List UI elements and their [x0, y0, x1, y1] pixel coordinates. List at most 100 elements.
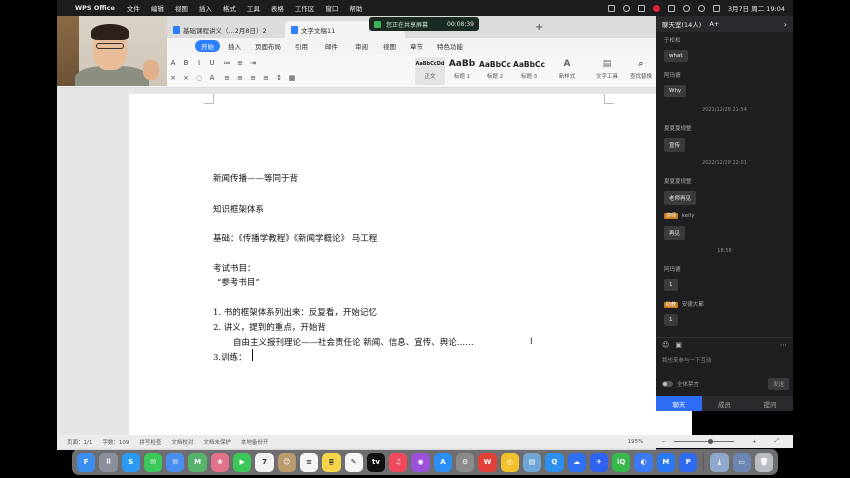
indent-icon[interactable]: ⇥ [249, 59, 257, 67]
doc-line-8[interactable]: 自由主义报刊理论——社会责任论 新闻、信息、宣传、舆论…… [233, 336, 474, 348]
tab-members[interactable]: 成员 [702, 396, 748, 411]
tab-home[interactable]: 开始 [195, 40, 220, 52]
send-button[interactable]: 发送 [767, 378, 789, 390]
more-icon[interactable]: ⋯ [780, 341, 787, 349]
doc-line-9[interactable]: 3.训练： [213, 351, 247, 363]
tab-references[interactable]: 引用 [295, 41, 308, 51]
screen-share-icon[interactable] [607, 4, 615, 12]
zoom-level[interactable]: 195% [628, 439, 644, 445]
tab-mailings[interactable]: 邮件 [325, 41, 338, 51]
dock-pdf-app-icon[interactable]: P [679, 452, 698, 472]
text-tools-button[interactable]: ▤ 文字工具 [592, 57, 622, 85]
page-count[interactable]: 页面：1/1 [67, 438, 92, 446]
doc-line-5[interactable]: “参考书目” [217, 276, 260, 288]
tab-page-layout[interactable]: 页面布局 [255, 41, 281, 51]
dock-launchpad-icon[interactable]: ⠿ [99, 452, 118, 472]
tab-questions[interactable]: 提问 [747, 396, 793, 411]
tab-chapter[interactable]: 章节 [410, 41, 423, 51]
style-heading-2[interactable]: AaBbCc 标题 2 [479, 57, 511, 85]
zoom-slider-handle[interactable] [707, 439, 713, 444]
dock-feishu-icon[interactable]: ✈ [589, 452, 609, 472]
doc-line-2[interactable]: 知识框架体系 [213, 203, 264, 215]
doc-line-1[interactable]: 新闻传播——等同于背 [213, 172, 298, 184]
dock-iqiyi-icon[interactable]: iQ [612, 452, 631, 472]
menu-table[interactable]: 表格 [271, 3, 284, 13]
search-icon[interactable] [697, 4, 705, 12]
app-name-menu[interactable]: WPS Office [75, 4, 115, 12]
dock-trash-icon[interactable]: 🗑 [754, 452, 774, 472]
document-protection[interactable]: 文档未保护 [203, 438, 231, 446]
image-icon[interactable]: ▣ [675, 341, 682, 349]
recording-icon[interactable] [652, 4, 660, 12]
dock-ai-app-icon[interactable]: ◐ [634, 452, 653, 472]
tab-special-features[interactable]: 特色功能 [437, 41, 463, 51]
mute-all-toggle[interactable] [662, 381, 673, 387]
doc-line-7[interactable]: 2. 讲义，提到的重点，开始背 [213, 321, 326, 333]
dock-calendar-icon[interactable]: 7 [255, 452, 274, 472]
tab-view[interactable]: 视图 [383, 41, 396, 51]
zoom-out-button[interactable]: − [661, 439, 666, 445]
fullscreen-icon[interactable]: ⤢ [775, 438, 779, 445]
superscript-icon[interactable]: × [182, 74, 190, 82]
dock-freeform-icon[interactable]: ✎ [344, 452, 363, 472]
local-backup[interactable]: 本地备份开 [241, 438, 269, 446]
menu-insert[interactable]: 插入 [199, 3, 212, 13]
justify-icon[interactable]: ≡ [262, 74, 270, 82]
dock-chrome-icon[interactable]: ◎ [500, 452, 519, 472]
control-center-icon[interactable] [712, 4, 720, 12]
tab-document-1[interactable]: 基础课程讲义（...2月8日）2 [167, 21, 287, 38]
status-square-icon[interactable] [637, 4, 645, 12]
tab-insert[interactable]: 插入 [228, 41, 241, 51]
menu-file[interactable]: 文件 [127, 3, 140, 13]
italic-icon[interactable]: I [195, 59, 203, 67]
dock-finder-icon[interactable]: F [77, 452, 96, 472]
document-proofread[interactable]: 文档校对 [171, 438, 193, 446]
tab-review[interactable]: 审阅 [355, 41, 368, 51]
style-normal[interactable]: AaBbCcDd 正文 [415, 57, 445, 85]
menu-view[interactable]: 视图 [175, 3, 188, 13]
word-count[interactable]: 字数：109 [102, 438, 129, 446]
presenter-webcam[interactable] [57, 16, 167, 86]
style-heading-1[interactable]: AaBb 标题 1 [447, 57, 477, 85]
dock-safari-icon[interactable]: S [121, 452, 140, 472]
new-style-button[interactable]: A 新样式 [552, 57, 582, 85]
dock-desktop-icon[interactable]: ▭ [732, 452, 751, 472]
doc-line-4[interactable]: 考试书目： [213, 262, 256, 274]
dock-contacts-icon[interactable]: ☺ [277, 452, 296, 472]
menu-edit[interactable]: 编辑 [151, 3, 164, 13]
close-icon[interactable]: › [784, 20, 787, 29]
dock-notes-icon[interactable]: ≣ [322, 452, 341, 472]
style-heading-3[interactable]: AaBbCc 标题 3 [513, 57, 545, 85]
line-spacing-icon[interactable]: ↕ [275, 74, 283, 82]
menu-format[interactable]: 格式 [223, 3, 236, 13]
dock-tencent-meeting-icon[interactable]: M [656, 452, 676, 472]
align-left-icon[interactable]: ≡ [223, 74, 231, 82]
battery-icon[interactable] [667, 4, 675, 12]
dock-messages-icon[interactable]: ✉ [143, 452, 163, 472]
underline-icon[interactable]: U [208, 59, 216, 67]
menu-workspace[interactable]: 工作区 [295, 3, 315, 13]
menu-help[interactable]: 帮助 [349, 3, 362, 13]
wifi-icon[interactable] [682, 4, 690, 12]
dock-mail-icon[interactable]: ✉ [166, 452, 185, 472]
bullet-list-icon[interactable]: ≔ [223, 59, 231, 67]
menu-tools[interactable]: 工具 [247, 3, 260, 13]
font-size-button[interactable]: A+ [709, 20, 719, 28]
dock-facetime-icon[interactable]: ▶ [233, 452, 252, 472]
find-replace-button[interactable]: ⌕ 查找替换 [626, 57, 656, 85]
chat-input[interactable]: 我也来参与一下互动 [662, 356, 712, 364]
dock-photos-icon[interactable]: ❀ [210, 452, 230, 472]
dock-app-store-icon[interactable]: A [433, 452, 453, 472]
dock-reminders-icon[interactable]: ≡ [299, 452, 319, 472]
align-center-icon[interactable]: ≡ [236, 74, 244, 82]
tab-chat[interactable]: 聊天 [656, 396, 702, 411]
doc-line-3[interactable]: 基础：《传播学教程》《新闻学概论》 马工程 [213, 232, 377, 244]
dock-system-settings-icon[interactable]: ⚙ [456, 452, 475, 472]
meeting-share-banner[interactable]: 您正在共享屏幕 00:08:39 [369, 17, 479, 31]
dock-qq-icon[interactable]: Q [545, 452, 564, 472]
dock-music-icon[interactable]: ♫ [389, 452, 408, 472]
zoom-slider[interactable] [673, 439, 734, 444]
menu-window[interactable]: 窗口 [325, 3, 338, 13]
font-size-icon[interactable]: A [169, 59, 177, 67]
dock-downloads-icon[interactable]: ⤓ [710, 452, 729, 472]
